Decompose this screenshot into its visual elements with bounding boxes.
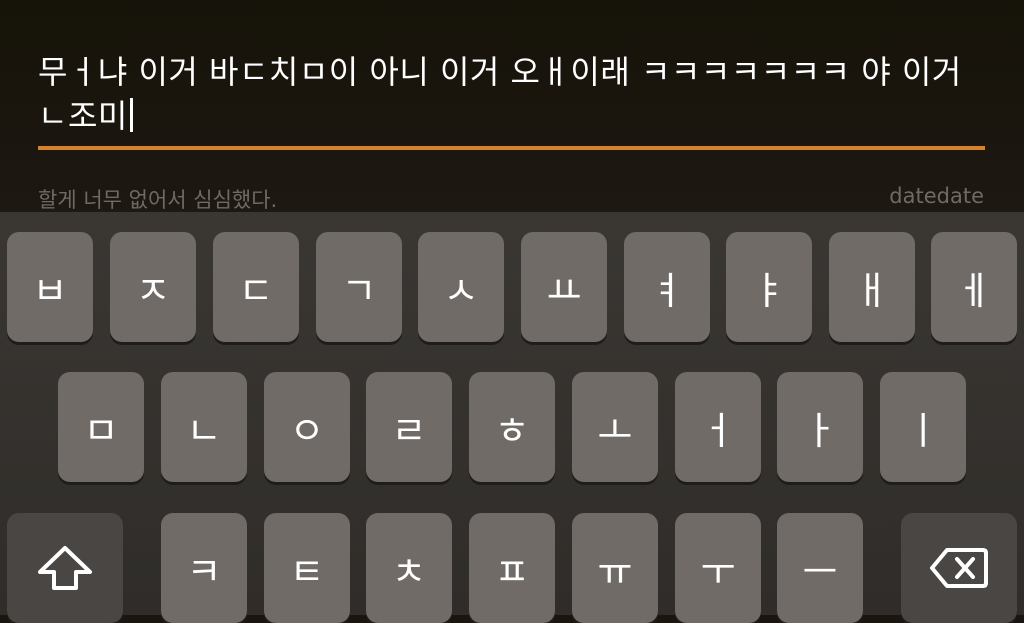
key-hieut[interactable]: ㅎ [469, 372, 555, 482]
keyboard-row-1: ㅂ ㅈ ㄷ ㄱ ㅅ ㅛ ㅕ ㅑ ㅐ ㅔ [0, 232, 1024, 342]
backspace-icon [930, 548, 988, 588]
key-mieum[interactable]: ㅁ [58, 372, 144, 482]
key-rieul[interactable]: ㄹ [366, 372, 452, 482]
delete-key[interactable] [901, 513, 1017, 623]
previous-entry-text: 할게 너무 없어서 심심했다. [38, 188, 278, 212]
key-yu[interactable]: ㅠ [572, 513, 658, 623]
key-i[interactable]: ㅣ [880, 372, 966, 482]
key-ieung[interactable]: ㅇ [264, 372, 350, 482]
key-e[interactable]: ㅔ [931, 232, 1017, 342]
key-o[interactable]: ㅗ [572, 372, 658, 482]
key-jieut[interactable]: ㅈ [110, 232, 196, 342]
key-chieut[interactable]: ㅊ [366, 513, 452, 623]
key-eu[interactable]: ㅡ [777, 513, 863, 623]
key-pieup[interactable]: ㅍ [469, 513, 555, 623]
key-tieut[interactable]: ㅌ [264, 513, 350, 623]
keyboard-row-2: ㅁ ㄴ ㅇ ㄹ ㅎ ㅗ ㅓ ㅏ ㅣ [0, 372, 1024, 482]
input-underline [38, 146, 985, 150]
key-ya[interactable]: ㅑ [726, 232, 812, 342]
shift-key[interactable] [7, 513, 123, 623]
key-kieuk[interactable]: ㅋ [161, 513, 247, 623]
typed-text: 무ㅓ냐 이거 바ㄷ치ㅁ이 아니 이거 오ㅐ이래 ㅋㅋㅋㅋㅋㅋㅋ 야 이거ㄴ조미 [38, 53, 962, 135]
key-a[interactable]: ㅏ [777, 372, 863, 482]
korean-keyboard: ㅂ ㅈ ㄷ ㄱ ㅅ ㅛ ㅕ ㅑ ㅐ ㅔ ㅁ ㄴ ㅇ ㄹ ㅎ ㅗ ㅓ ㅏ ㅣ ㅋ … [0, 212, 1024, 623]
text-editor: 무ㅓ냐 이거 바ㄷ치ㅁ이 아니 이거 오ㅐ이래 ㅋㅋㅋㅋㅋㅋㅋ 야 이거ㄴ조미 … [0, 0, 1024, 212]
key-siot[interactable]: ㅅ [418, 232, 504, 342]
key-yo[interactable]: ㅛ [521, 232, 607, 342]
key-eo[interactable]: ㅓ [675, 372, 761, 482]
key-giyeok[interactable]: ㄱ [316, 232, 402, 342]
key-nieun[interactable]: ㄴ [161, 372, 247, 482]
keyboard-row-3: ㅋ ㅌ ㅊ ㅍ ㅠ ㅜ ㅡ [0, 513, 1024, 623]
shift-arrow-icon [38, 546, 92, 590]
text-caret [129, 98, 133, 132]
key-yeo[interactable]: ㅕ [624, 232, 710, 342]
key-digeut[interactable]: ㄷ [213, 232, 299, 342]
key-u[interactable]: ㅜ [675, 513, 761, 623]
date-label: datedate [889, 184, 984, 208]
key-bieup[interactable]: ㅂ [7, 232, 93, 342]
text-input[interactable]: 무ㅓ냐 이거 바ㄷ치ㅁ이 아니 이거 오ㅐ이래 ㅋㅋㅋㅋㅋㅋㅋ 야 이거ㄴ조미 [38, 50, 988, 138]
key-ae[interactable]: ㅐ [829, 232, 915, 342]
